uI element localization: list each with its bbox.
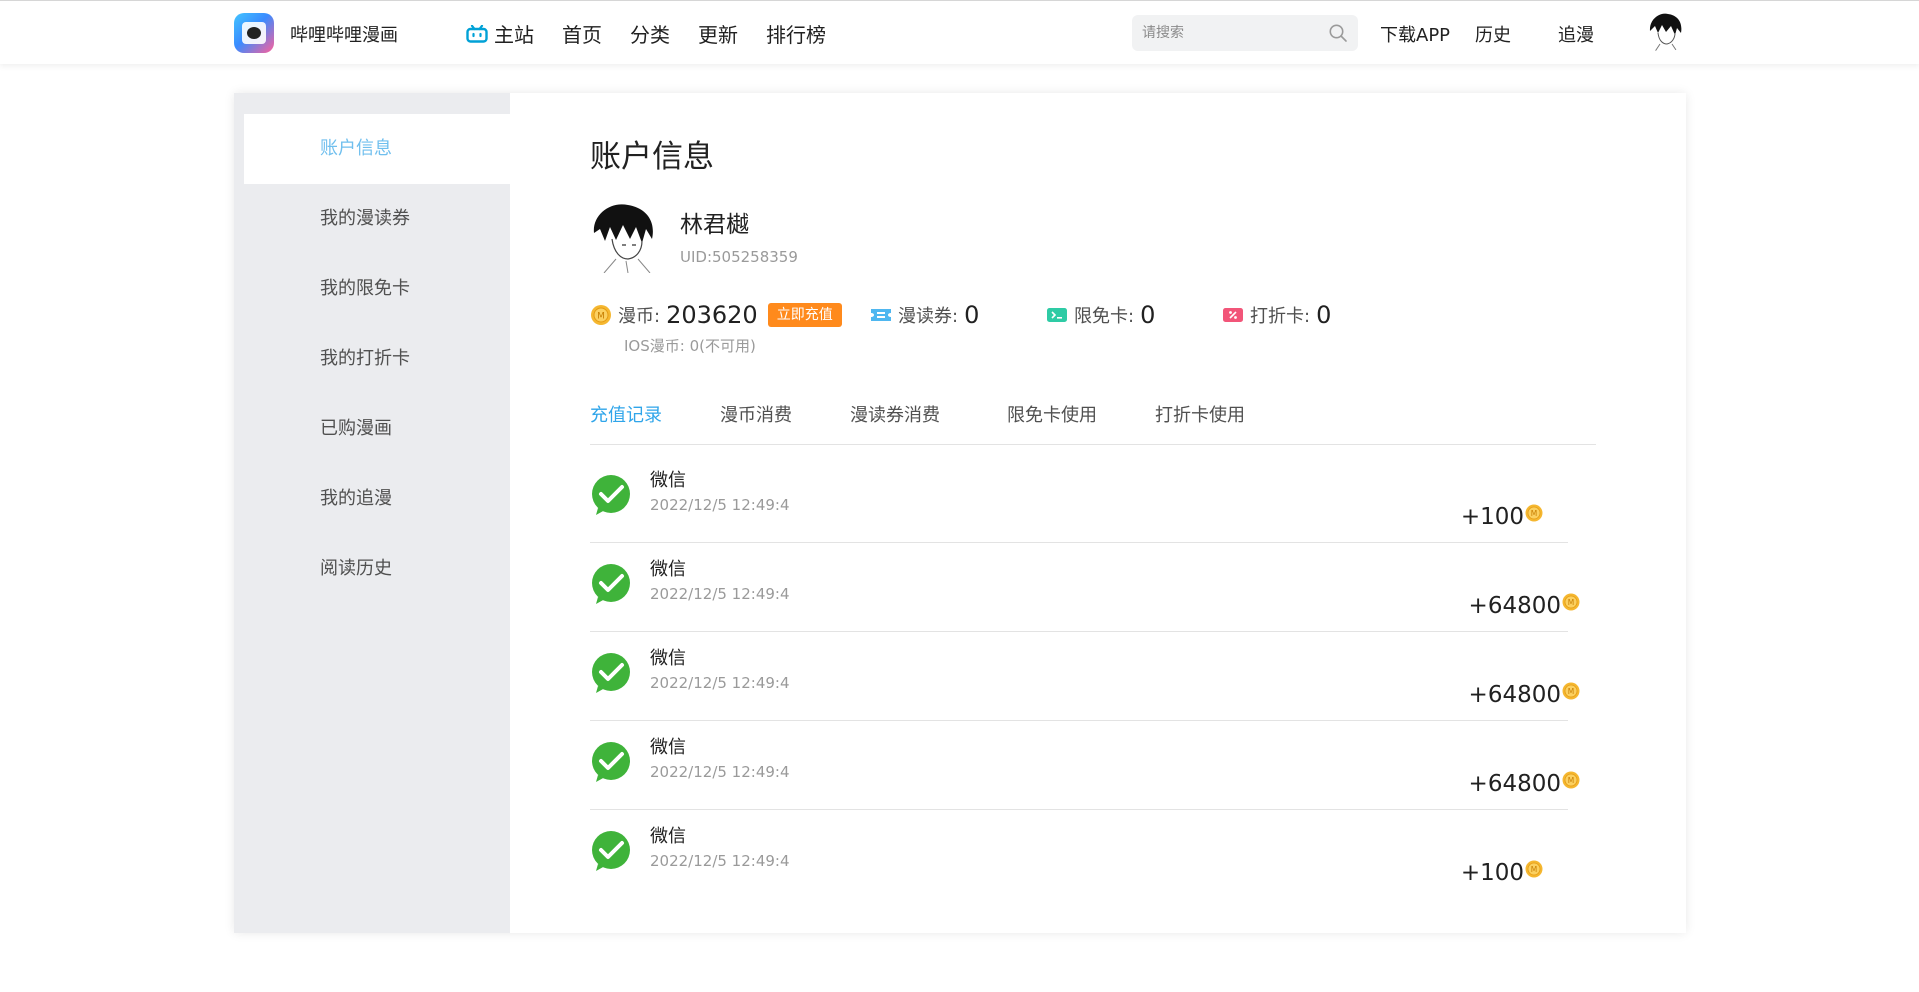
svg-text:M: M xyxy=(1568,598,1574,607)
free-card-label: 限免卡: xyxy=(1074,306,1135,327)
wechat-icon xyxy=(592,475,630,515)
record-amount-value: +100 xyxy=(1460,504,1524,530)
ticket-value: 0 xyxy=(964,301,980,329)
search-icon[interactable] xyxy=(1328,23,1348,43)
discount-card-balance: 打折卡: 0 xyxy=(1222,300,1331,330)
coin-label: 漫币: xyxy=(618,306,661,327)
nav-item-updates[interactable]: 更新 xyxy=(698,19,738,48)
record-amount: +64800 M xyxy=(1469,593,1580,619)
record-amount: +100 M xyxy=(1461,504,1543,530)
record-title: 微信 xyxy=(650,559,686,580)
svg-text:M: M xyxy=(1568,776,1574,785)
record-amount: +64800 M xyxy=(1469,771,1580,797)
coin-icon: M xyxy=(1525,504,1543,522)
discount-card-value: 0 xyxy=(1316,301,1332,329)
coin-icon: M xyxy=(1562,593,1580,611)
record-time: 2022/12/5 12:49:4 xyxy=(650,852,790,870)
free-card-icon xyxy=(1047,308,1067,322)
sidebar: 账户信息 我的漫读券 我的限免卡 我的打折卡 已购漫画 我的追漫 阅读历史 xyxy=(234,93,510,933)
free-card-value: 0 xyxy=(1140,301,1156,329)
nav-item-home[interactable]: 首页 xyxy=(562,19,602,48)
discount-card-label: 打折卡: xyxy=(1250,306,1311,327)
sidebar-item-purchased-comics[interactable]: 已购漫画 xyxy=(244,394,510,464)
tab-coin-consumption[interactable]: 漫币消费 xyxy=(720,401,792,427)
tab-ticket-consumption[interactable]: 漫读券消费 xyxy=(850,401,940,427)
tab-discount-card-usage[interactable]: 打折卡使用 xyxy=(1155,401,1245,427)
nav-item-rankings[interactable]: 排行榜 xyxy=(766,19,826,48)
nav-item-main-site[interactable]: 主站 xyxy=(466,19,534,48)
record-amount-value: +100 xyxy=(1460,860,1524,886)
recharge-button[interactable]: 立即充值 xyxy=(767,303,842,327)
sidebar-item-discount-cards[interactable]: 我的打折卡 xyxy=(244,324,510,394)
history-link[interactable]: 历史 xyxy=(1475,21,1511,47)
record-amount: +100 M xyxy=(1461,860,1543,886)
list-item: 微信 2022/12/5 12:49:4 +100 M xyxy=(590,810,1568,899)
sidebar-item-following[interactable]: 我的追漫 xyxy=(244,464,510,534)
list-item: 微信 2022/12/5 12:49:4 +100 M xyxy=(590,454,1568,543)
coin-balance: M 漫币: 203620 立即充值 xyxy=(590,300,842,330)
top-navigation-bar: 哔哩哔哩漫画 主站 首页 分类 更新 排行榜 请搜索 下载APP 历史 追漫 xyxy=(0,0,1919,64)
record-title: 微信 xyxy=(650,826,686,847)
nav-item-category[interactable]: 分类 xyxy=(630,19,670,48)
record-amount-value: +64800 xyxy=(1468,593,1561,619)
record-time: 2022/12/5 12:49:4 xyxy=(650,763,790,781)
svg-text:M: M xyxy=(1568,687,1574,696)
search-input[interactable] xyxy=(1142,23,1322,43)
ticket-icon xyxy=(871,309,891,321)
sidebar-item-account-info[interactable]: 账户信息 xyxy=(244,114,510,184)
list-item: 微信 2022/12/5 12:49:4 +64800 M xyxy=(590,721,1580,810)
main-nav: 主站 首页 分类 更新 排行榜 xyxy=(466,19,854,48)
svg-text:M: M xyxy=(1531,509,1537,518)
record-time: 2022/12/5 12:49:4 xyxy=(650,674,790,692)
record-time: 2022/12/5 12:49:4 xyxy=(650,585,790,603)
download-app-link[interactable]: 下载APP xyxy=(1380,21,1450,47)
following-link[interactable]: 追漫 xyxy=(1558,21,1594,47)
reading-ticket-balance: 漫读券: 0 xyxy=(870,300,979,330)
tab-free-card-usage[interactable]: 限免卡使用 xyxy=(1007,401,1097,427)
list-item: 微信 2022/12/5 12:49:4 +64800 M xyxy=(590,543,1580,632)
main-content: 账户信息 林君樾 UID:505258359 M 漫币: 203620 立即充值 xyxy=(510,93,1686,933)
user-avatar xyxy=(590,203,660,273)
user-uid: UID:505258359 xyxy=(680,248,798,266)
search-box xyxy=(1132,15,1358,51)
wechat-icon xyxy=(592,653,630,693)
bilibili-comics-logo[interactable] xyxy=(234,13,274,53)
user-name: 林君樾 xyxy=(680,212,749,238)
record-amount: +64800 M xyxy=(1469,682,1580,708)
ios-coin-note: IOS漫币: 0(不可用) xyxy=(624,337,756,355)
avatar-portrait-icon xyxy=(1644,11,1686,53)
tab-recharge-records[interactable]: 充值记录 xyxy=(590,401,662,427)
svg-text:M: M xyxy=(1531,865,1537,874)
page-title: 账户信息 xyxy=(590,139,714,175)
coin-icon: M xyxy=(1525,860,1543,878)
user-avatar-small[interactable] xyxy=(1644,11,1686,53)
list-item: 微信 2022/12/5 12:49:4 +64800 M xyxy=(590,632,1580,721)
wechat-icon xyxy=(592,742,630,782)
account-card: 账户信息 我的漫读券 我的限免卡 我的打折卡 已购漫画 我的追漫 阅读历史 账户… xyxy=(234,93,1686,933)
bilibili-tv-icon xyxy=(466,24,488,43)
coin-icon: M xyxy=(1562,682,1580,700)
site-name[interactable]: 哔哩哔哩漫画 xyxy=(290,21,398,47)
record-time: 2022/12/5 12:49:4 xyxy=(650,496,790,514)
wechat-icon xyxy=(592,831,630,871)
discount-card-icon xyxy=(1223,308,1243,322)
record-amount-value: +64800 xyxy=(1468,771,1561,797)
record-amount-value: +64800 xyxy=(1468,682,1561,708)
free-card-balance: 限免卡: 0 xyxy=(1046,300,1155,330)
record-title: 微信 xyxy=(650,737,686,758)
sidebar-item-reading-tickets[interactable]: 我的漫读券 xyxy=(244,184,510,254)
record-tabs: 充值记录 漫币消费 漫读券消费 限免卡使用 打折卡使用 xyxy=(590,401,1596,445)
coin-value: 203620 xyxy=(666,301,758,329)
sidebar-item-reading-history[interactable]: 阅读历史 xyxy=(244,534,510,604)
record-title: 微信 xyxy=(650,648,686,669)
ticket-label: 漫读券: xyxy=(898,306,959,327)
svg-text:M: M xyxy=(597,312,605,322)
wechat-icon xyxy=(592,564,630,604)
nav-label: 主站 xyxy=(494,23,534,47)
avatar-portrait-icon xyxy=(590,203,660,273)
record-title: 微信 xyxy=(650,470,686,491)
coin-icon: M xyxy=(1562,771,1580,789)
sidebar-item-free-cards[interactable]: 我的限免卡 xyxy=(244,254,510,324)
coin-icon: M xyxy=(591,305,611,325)
